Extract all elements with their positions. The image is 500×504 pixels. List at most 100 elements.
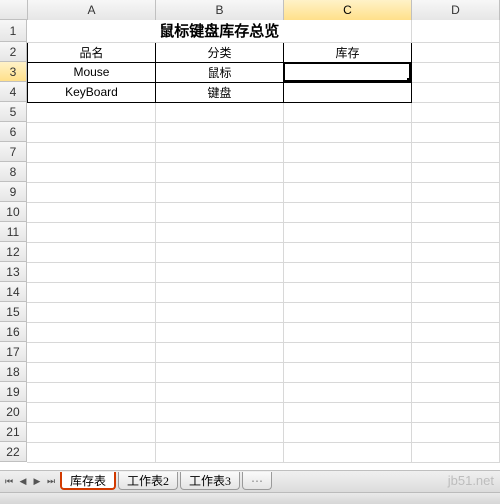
cell[interactable] bbox=[155, 322, 283, 342]
cell[interactable] bbox=[412, 342, 500, 362]
cell[interactable] bbox=[27, 402, 155, 422]
cell[interactable] bbox=[155, 402, 283, 422]
cell[interactable] bbox=[27, 242, 155, 262]
cell[interactable] bbox=[283, 142, 411, 162]
row-header-22[interactable]: 22 bbox=[0, 442, 27, 462]
cell[interactable] bbox=[412, 282, 500, 302]
sheet-tab-1[interactable]: 工作表2 bbox=[118, 472, 178, 490]
cell[interactable] bbox=[412, 142, 500, 162]
select-all-corner[interactable] bbox=[0, 0, 28, 20]
cell[interactable] bbox=[283, 122, 411, 142]
cell[interactable] bbox=[283, 442, 411, 462]
cell[interactable] bbox=[283, 402, 411, 422]
cell[interactable] bbox=[155, 222, 283, 242]
cell[interactable] bbox=[155, 342, 283, 362]
row-header-8[interactable]: 8 bbox=[0, 162, 27, 182]
row-header-21[interactable]: 21 bbox=[0, 422, 27, 442]
cell[interactable] bbox=[155, 442, 283, 462]
cell[interactable] bbox=[412, 302, 500, 322]
row-header-14[interactable]: 14 bbox=[0, 282, 27, 302]
cell[interactable] bbox=[27, 182, 155, 202]
cell[interactable] bbox=[283, 382, 411, 402]
cell[interactable] bbox=[412, 102, 500, 122]
tab-nav-prev-icon[interactable]: ◀ bbox=[16, 474, 30, 490]
row-header-18[interactable]: 18 bbox=[0, 362, 27, 382]
cell[interactable] bbox=[412, 162, 500, 182]
tab-nav-last-icon[interactable]: ⏭ bbox=[44, 474, 58, 490]
tab-nav-first-icon[interactable]: ⏮ bbox=[2, 474, 16, 490]
cell[interactable] bbox=[283, 162, 411, 182]
row-header-19[interactable]: 19 bbox=[0, 382, 27, 402]
row-header-12[interactable]: 12 bbox=[0, 242, 27, 262]
row-header-4[interactable]: 4 bbox=[0, 82, 27, 102]
cell[interactable] bbox=[283, 342, 411, 362]
row-header-7[interactable]: 7 bbox=[0, 142, 27, 162]
cell[interactable] bbox=[412, 182, 500, 202]
col-header-C[interactable]: C bbox=[284, 0, 412, 20]
header-category[interactable]: 分类 bbox=[155, 42, 283, 62]
cell[interactable] bbox=[412, 402, 500, 422]
cell-stock-0[interactable] bbox=[283, 62, 411, 82]
row-header-16[interactable]: 16 bbox=[0, 322, 27, 342]
cell[interactable] bbox=[27, 222, 155, 242]
cell-category-1[interactable]: 键盘 bbox=[155, 82, 283, 102]
row-header-15[interactable]: 15 bbox=[0, 302, 27, 322]
cell[interactable] bbox=[27, 302, 155, 322]
row-header-11[interactable]: 11 bbox=[0, 222, 27, 242]
cell[interactable] bbox=[27, 382, 155, 402]
cell[interactable] bbox=[27, 262, 155, 282]
row-header-10[interactable]: 10 bbox=[0, 202, 27, 222]
cell-D4[interactable] bbox=[412, 82, 500, 102]
cell-category-0[interactable]: 鼠标 bbox=[155, 62, 283, 82]
col-header-B[interactable]: B bbox=[156, 0, 284, 20]
tab-nav-next-icon[interactable]: ▶ bbox=[30, 474, 44, 490]
cell[interactable] bbox=[283, 282, 411, 302]
cell[interactable] bbox=[412, 422, 500, 442]
cell[interactable] bbox=[155, 282, 283, 302]
cell[interactable] bbox=[412, 122, 500, 142]
cell[interactable] bbox=[155, 182, 283, 202]
row-header-6[interactable]: 6 bbox=[0, 122, 27, 142]
cell[interactable] bbox=[412, 242, 500, 262]
cell-name-0[interactable]: Mouse bbox=[27, 62, 155, 82]
cell[interactable] bbox=[283, 202, 411, 222]
cell[interactable] bbox=[412, 442, 500, 462]
cell[interactable] bbox=[155, 262, 283, 282]
cell[interactable] bbox=[283, 222, 411, 242]
sheet-tab-0[interactable]: 库存表 bbox=[60, 472, 116, 490]
cell[interactable] bbox=[283, 422, 411, 442]
row-header-2[interactable]: 2 bbox=[0, 42, 27, 62]
cell[interactable] bbox=[27, 342, 155, 362]
cell[interactable] bbox=[27, 142, 155, 162]
cell[interactable] bbox=[27, 282, 155, 302]
cell[interactable] bbox=[155, 302, 283, 322]
sheet-tab-more[interactable]: ⋯ bbox=[242, 472, 272, 490]
cell[interactable] bbox=[155, 142, 283, 162]
cells-grid[interactable]: 鼠标键盘库存总览 品名 分类 库存 Mouse 鼠标 KeyBoard bbox=[27, 20, 500, 470]
row-header-17[interactable]: 17 bbox=[0, 342, 27, 362]
cell[interactable] bbox=[283, 182, 411, 202]
row-header-20[interactable]: 20 bbox=[0, 402, 27, 422]
cell[interactable] bbox=[283, 242, 411, 262]
cell[interactable] bbox=[155, 242, 283, 262]
cell[interactable] bbox=[283, 362, 411, 382]
col-header-A[interactable]: A bbox=[28, 0, 156, 20]
row-header-13[interactable]: 13 bbox=[0, 262, 27, 282]
cell[interactable] bbox=[412, 202, 500, 222]
sheet-tab-2[interactable]: 工作表3 bbox=[180, 472, 240, 490]
cell[interactable] bbox=[27, 422, 155, 442]
cell-D1[interactable] bbox=[412, 20, 500, 42]
horizontal-scrollbar[interactable] bbox=[0, 492, 500, 504]
cell[interactable] bbox=[155, 202, 283, 222]
cell[interactable] bbox=[283, 322, 411, 342]
cell[interactable] bbox=[155, 422, 283, 442]
cell[interactable] bbox=[283, 302, 411, 322]
header-name[interactable]: 品名 bbox=[27, 42, 155, 62]
cell[interactable] bbox=[27, 122, 155, 142]
cell[interactable] bbox=[155, 382, 283, 402]
cell[interactable] bbox=[283, 262, 411, 282]
cell[interactable] bbox=[412, 262, 500, 282]
cell[interactable] bbox=[155, 122, 283, 142]
cell[interactable] bbox=[155, 102, 283, 122]
cell-stock-1[interactable] bbox=[283, 82, 411, 102]
